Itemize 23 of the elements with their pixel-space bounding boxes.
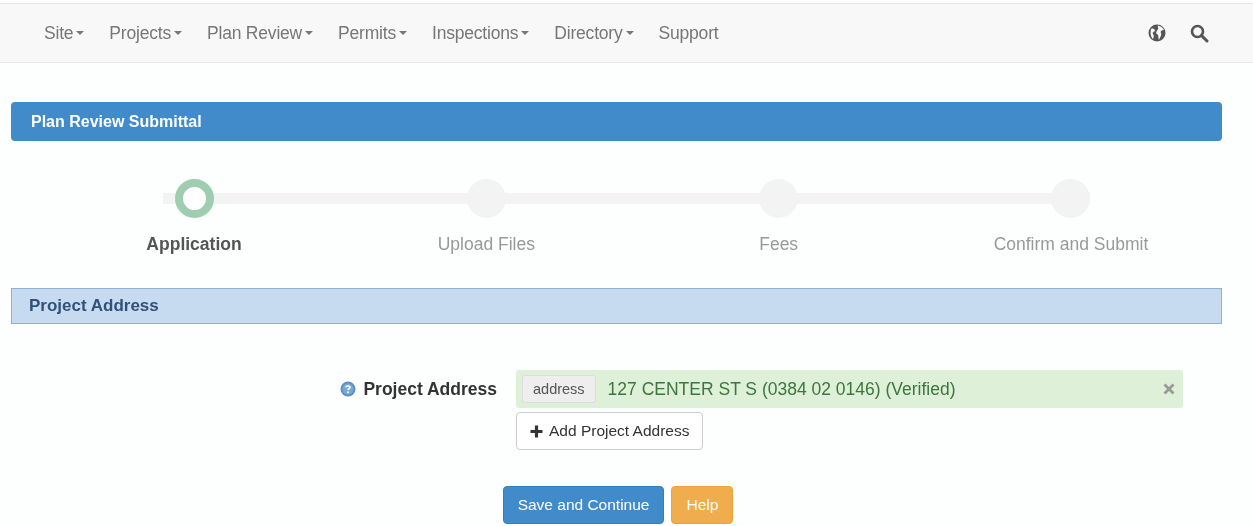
step-label: Upload Files xyxy=(437,234,535,255)
nav-menu-link[interactable]: Directory xyxy=(554,22,634,44)
nav-menu-link[interactable]: Plan Review xyxy=(207,22,314,44)
nav-menu-link[interactable]: Site xyxy=(44,22,85,44)
step-label: Confirm and Submit xyxy=(993,234,1149,255)
address-tag: address xyxy=(522,375,596,403)
globe-icon[interactable] xyxy=(1148,24,1166,42)
address-field[interactable]: address 127 CENTER ST S (0384 02 0146) (Verified) xyxy=(516,370,1183,408)
step-label: Application xyxy=(146,234,242,255)
nav-menu-link[interactable]: Support xyxy=(658,22,719,44)
add-address-button[interactable]: Add Project Address xyxy=(516,412,704,450)
nav-menu-link[interactable]: Inspections xyxy=(432,22,530,44)
step-label: Fees xyxy=(759,234,799,255)
panel-title: Plan Review Submittal xyxy=(31,112,202,131)
search-icon[interactable] xyxy=(1190,23,1209,43)
save-button[interactable]: Save and Continue xyxy=(502,486,665,524)
address-value: 127 CENTER ST S (0384 02 0146) (Verified) xyxy=(607,378,957,400)
nav-menu-link[interactable]: Projects xyxy=(109,22,182,44)
nav-menu-link[interactable]: Permits xyxy=(338,22,407,44)
field-label: Project Address xyxy=(363,378,497,400)
section-title: Project Address xyxy=(29,296,159,316)
plus-icon xyxy=(530,424,543,438)
help-icon[interactable] xyxy=(340,381,357,397)
